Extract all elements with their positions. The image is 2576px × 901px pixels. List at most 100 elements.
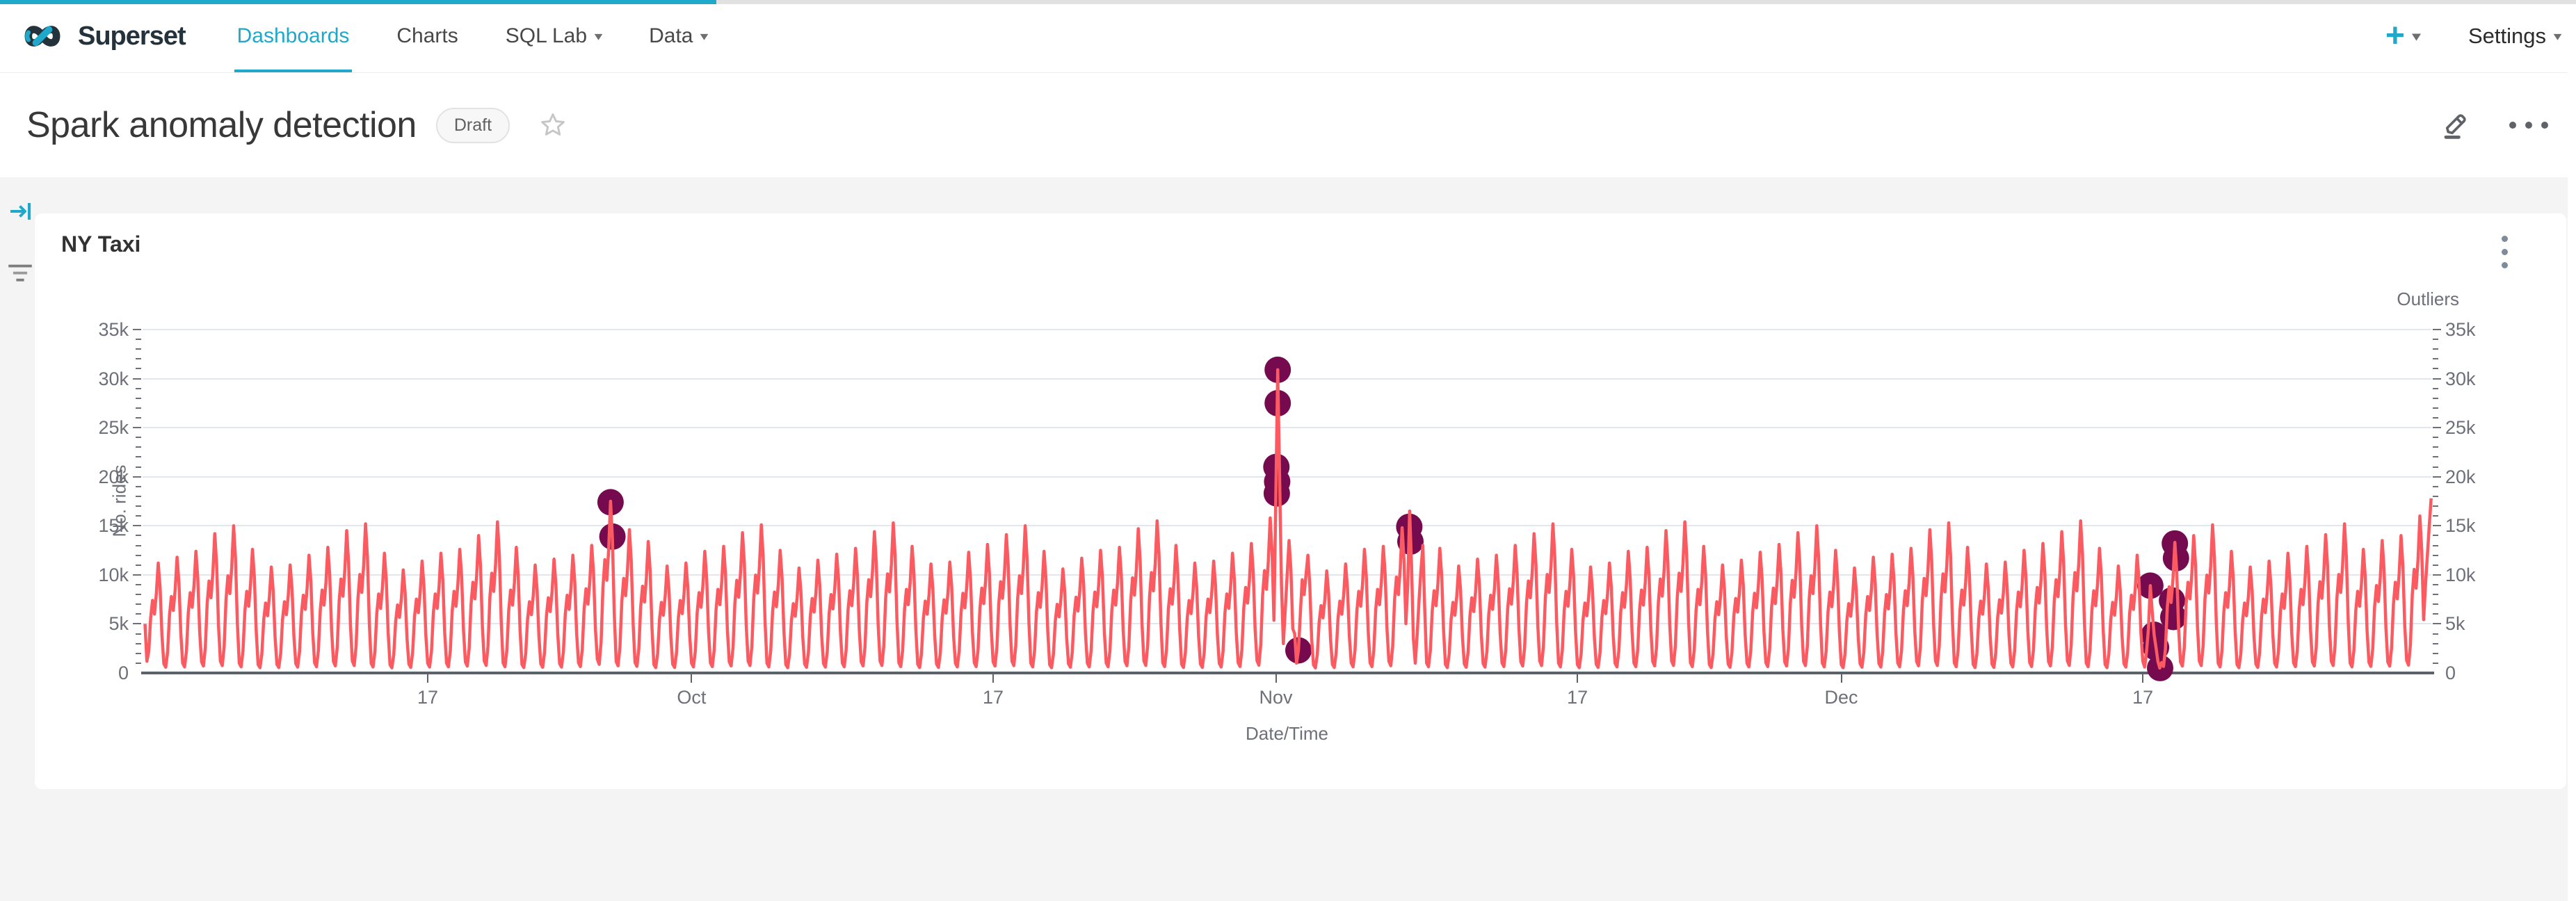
y-axis-tick	[136, 633, 141, 635]
rides-line-chart-canvas	[143, 330, 2431, 673]
main-nav: Dashboards Charts SQL Lab ▾ Data ▾	[214, 0, 732, 72]
y-axis-tick	[136, 437, 141, 438]
y-axis-tick-right	[2433, 456, 2438, 457]
dashboard-actions	[2437, 107, 2548, 143]
y-axis-title-left: No. rides	[109, 446, 131, 557]
y-axis-tick-label: 10k	[66, 564, 129, 586]
y-axis-title-right: Outliers	[2320, 289, 2459, 310]
y-axis-tick-right	[2433, 427, 2441, 428]
rides-line-series	[145, 370, 2431, 668]
y-axis-tick-right	[2433, 613, 2438, 615]
y-axis-tick-right	[2433, 505, 2438, 507]
y-axis-tick	[136, 643, 141, 644]
y-axis-tick-label: 30k	[66, 368, 129, 390]
y-axis-tick-right	[2433, 643, 2438, 644]
y-axis-tick	[136, 446, 141, 448]
y-axis-tick	[133, 378, 141, 380]
y-axis-tick	[136, 496, 141, 497]
y-axis-tick	[136, 594, 141, 595]
y-axis-tick-right	[2433, 603, 2438, 605]
timeseries-chart[interactable]: 005k5k10k10k15k15k20k20k25k25k30k30k35k3…	[35, 213, 2566, 789]
y-axis-tick-label-right: 30k	[2445, 368, 2508, 390]
favorite-star-button[interactable]	[538, 110, 568, 140]
y-axis-tick-label-right: 0	[2445, 662, 2508, 684]
y-axis-tick	[136, 368, 141, 369]
y-axis-tick-right	[2433, 339, 2438, 340]
y-axis-tick	[136, 565, 141, 566]
nav-item-dashboards[interactable]: Dashboards	[214, 0, 373, 72]
more-actions-button[interactable]	[2509, 122, 2548, 129]
y-axis-tick-label-right: 20k	[2445, 466, 2508, 488]
y-axis-tick	[136, 339, 141, 340]
y-axis-tick	[136, 515, 141, 517]
y-axis-tick	[133, 427, 141, 428]
x-axis-tick	[691, 674, 692, 683]
chevron-down-icon: ▾	[2554, 29, 2562, 44]
add-new-button[interactable]: + ▾	[2385, 21, 2420, 51]
chevron-down-icon: ▾	[2413, 31, 2421, 42]
top-navigation-bar: Superset Dashboards Charts SQL Lab ▾ Dat…	[0, 0, 2576, 73]
y-axis-tick-right	[2433, 358, 2438, 359]
y-axis-tick	[136, 486, 141, 487]
y-axis-tick	[136, 613, 141, 615]
plus-icon: +	[2385, 21, 2405, 51]
y-axis-tick-right	[2433, 515, 2438, 517]
x-axis-tick	[2142, 674, 2143, 683]
y-axis-tick-label: 35k	[66, 318, 129, 341]
chevron-down-icon: ▾	[700, 29, 709, 44]
filter-bar-collapsed-button[interactable]	[7, 261, 33, 289]
y-axis-tick-right	[2433, 574, 2441, 576]
y-axis-tick	[133, 329, 141, 330]
y-axis-tick-label-right: 15k	[2445, 514, 2508, 537]
nav-item-label: SQL Lab	[506, 24, 587, 48]
expand-filter-bar-button[interactable]	[8, 199, 33, 227]
x-axis-tick-label: Oct	[650, 687, 733, 708]
y-axis-tick-label-right: 35k	[2445, 318, 2508, 341]
y-axis-tick	[136, 603, 141, 605]
chevron-down-icon: ▾	[595, 29, 603, 44]
x-axis-tick-label: Nov	[1234, 687, 1318, 708]
y-axis-tick-right	[2433, 555, 2438, 556]
y-axis-tick	[136, 348, 141, 350]
window-scrollbar-track[interactable]	[2568, 0, 2576, 901]
y-axis-tick-label: 0	[66, 662, 129, 684]
x-axis-title: Date/Time	[1218, 723, 1357, 745]
y-axis-tick-right	[2433, 594, 2438, 595]
x-axis-tick-label: 17	[1536, 687, 1619, 708]
page-title: Spark anomaly detection	[26, 104, 417, 146]
x-axis-tick-label: 17	[951, 687, 1035, 708]
y-axis-tick-right	[2433, 486, 2438, 487]
y-axis-tick-label-right: 10k	[2445, 564, 2508, 586]
x-axis-tick	[1577, 674, 1578, 683]
y-axis-tick	[133, 623, 141, 624]
arrow-to-bar-icon	[8, 199, 33, 224]
y-axis-tick-right	[2433, 623, 2441, 624]
y-axis-tick-right	[2433, 535, 2438, 536]
nav-item-label: Charts	[396, 24, 458, 48]
y-axis-tick-right	[2433, 663, 2438, 664]
y-axis-tick	[136, 466, 141, 468]
y-axis-tick	[133, 476, 141, 478]
superset-logo-icon	[18, 20, 67, 52]
nav-item-data[interactable]: Data ▾	[625, 0, 731, 72]
edit-dashboard-button[interactable]	[2437, 107, 2473, 143]
nav-item-charts[interactable]: Charts	[373, 0, 481, 72]
x-axis-tick	[992, 674, 994, 683]
filter-lines-icon	[7, 261, 33, 285]
nav-right-controls: + ▾ Settings ▾	[2385, 21, 2561, 51]
y-axis-tick-right	[2433, 584, 2438, 585]
y-axis-tick-right	[2433, 466, 2438, 468]
settings-menu[interactable]: Settings ▾	[2468, 24, 2561, 49]
y-axis-tick-label: 5k	[66, 612, 129, 635]
y-axis-tick-label: 25k	[66, 416, 129, 439]
top-progress-bar	[0, 0, 716, 4]
y-axis-tick-right	[2433, 653, 2438, 654]
superset-brand[interactable]: Superset	[18, 20, 186, 52]
nav-item-sql-lab[interactable]: SQL Lab ▾	[482, 0, 625, 72]
top-progress-track	[0, 0, 2576, 4]
settings-label: Settings	[2468, 24, 2546, 49]
y-axis-tick	[133, 574, 141, 576]
y-axis-tick	[136, 407, 141, 409]
x-axis-tick-label: Dec	[1800, 687, 1883, 708]
y-axis-tick-right	[2433, 417, 2438, 419]
